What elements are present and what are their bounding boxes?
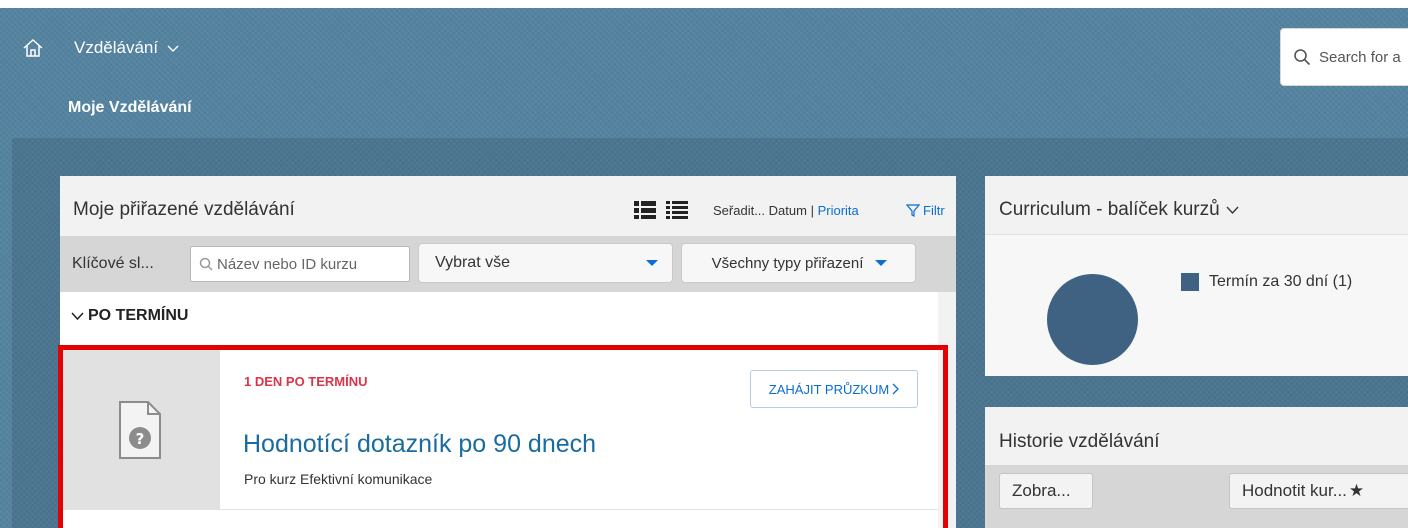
chevron-down-icon — [167, 45, 179, 52]
curriculum-chart: Termín za 30 dní (1) — [985, 234, 1408, 376]
curriculum-title-label: Curriculum - balíček kurzů — [999, 199, 1220, 220]
view-button[interactable]: Zobra... — [999, 473, 1093, 509]
home-icon[interactable] — [22, 37, 44, 59]
compact-view-icon[interactable] — [666, 200, 688, 220]
rate-course-label: Hodnotit kur... — [1242, 481, 1347, 500]
star-icon: ★ — [1348, 481, 1365, 500]
curriculum-card: Curriculum - balíček kurzů Termín za 30 … — [985, 176, 1408, 376]
rate-course-button[interactable]: Hodnotit kur... ★ — [1229, 473, 1408, 509]
chevron-down-icon — [71, 312, 84, 321]
search-placeholder: Search for a — [1319, 48, 1401, 66]
item-title[interactable]: Hodnotící dotazník po 90 dnech — [243, 430, 596, 459]
search-icon — [199, 257, 213, 271]
filter-label: Filtr — [923, 203, 945, 218]
history-card: Historie vzdělávání Zobra... Hodnotit ku… — [985, 407, 1408, 528]
start-survey-label: ZAHÁJIT PRŮZKUM — [768, 381, 890, 397]
legend-label: Termín za 30 dní (1) — [1209, 273, 1353, 290]
chevron-down-icon — [1226, 206, 1239, 214]
search-input[interactable]: Search for a — [1280, 28, 1408, 86]
group-heading[interactable]: PO TERMÍNU — [71, 307, 188, 325]
filter-bar: Klíčové sl... Název nebo ID kurzu Vybrat… — [60, 236, 956, 292]
survey-document-icon: ? — [119, 401, 161, 459]
keyword-placeholder: Název nebo ID kurzu — [217, 255, 358, 273]
nav-title: Vzdělávání — [74, 38, 159, 57]
assigned-list: PO TERMÍNU ? 1 DEN PO TERMÍNU Hodnotící … — [60, 292, 938, 528]
svg-text:?: ? — [136, 430, 145, 448]
sort-controls: Seřadit... Datum | Priorita — [713, 203, 859, 218]
top-strip — [0, 0, 1408, 8]
search-icon — [1294, 49, 1311, 66]
filter-button[interactable]: Filtr — [906, 203, 945, 218]
curriculum-title[interactable]: Curriculum - balíček kurzů — [999, 199, 1239, 221]
history-title: Historie vzdělávání — [999, 431, 1160, 452]
scrollbar[interactable] — [938, 292, 956, 528]
list-view-icon[interactable] — [634, 200, 656, 220]
filter-icon — [906, 204, 920, 217]
chart-legend: Termín za 30 dní (1) — [1181, 273, 1352, 291]
chevron-right-icon — [892, 383, 900, 395]
start-survey-button[interactable]: ZAHÁJIT PRŮZKUM — [750, 370, 918, 408]
assignment-types-dropdown[interactable]: Všechny typy přiřazení — [681, 243, 916, 283]
keyword-label: Klíčové sl... — [72, 255, 154, 272]
caret-down-icon — [875, 260, 888, 266]
assignment-types-value: Všechny typy přiřazení — [711, 254, 864, 272]
group-heading-label: PO TERMÍNU — [88, 307, 189, 324]
card-title: Moje přiřazené vzdělávání — [73, 199, 295, 220]
select-all-dropdown[interactable]: Vybrat vše — [418, 243, 673, 283]
sort-separator: | — [810, 203, 814, 218]
page-subtitle: Moje Vzdělávání — [68, 99, 192, 116]
caret-down-icon — [646, 260, 658, 266]
overdue-status: 1 DEN PO TERMÍNU — [244, 374, 368, 389]
sort-label: Seřadit... — [713, 203, 766, 218]
item-subtitle: Pro kurz Efektivní komunikace — [244, 471, 433, 487]
sort-priority[interactable]: Priorita — [818, 203, 859, 218]
history-toolbar: Zobra... Hodnotit kur... ★ — [985, 465, 1408, 528]
list-item[interactable]: ? 1 DEN PO TERMÍNU Hodnotící dotazník po… — [60, 350, 938, 510]
select-all-value: Vybrat vše — [435, 254, 510, 271]
nav-menu[interactable]: Vzdělávání — [74, 38, 180, 58]
item-thumbnail: ? — [60, 350, 220, 510]
pie-slice — [1047, 274, 1138, 365]
legend-swatch — [1181, 273, 1199, 291]
sort-date[interactable]: Datum — [769, 203, 807, 218]
keyword-input[interactable]: Název nebo ID kurzu — [190, 246, 410, 282]
